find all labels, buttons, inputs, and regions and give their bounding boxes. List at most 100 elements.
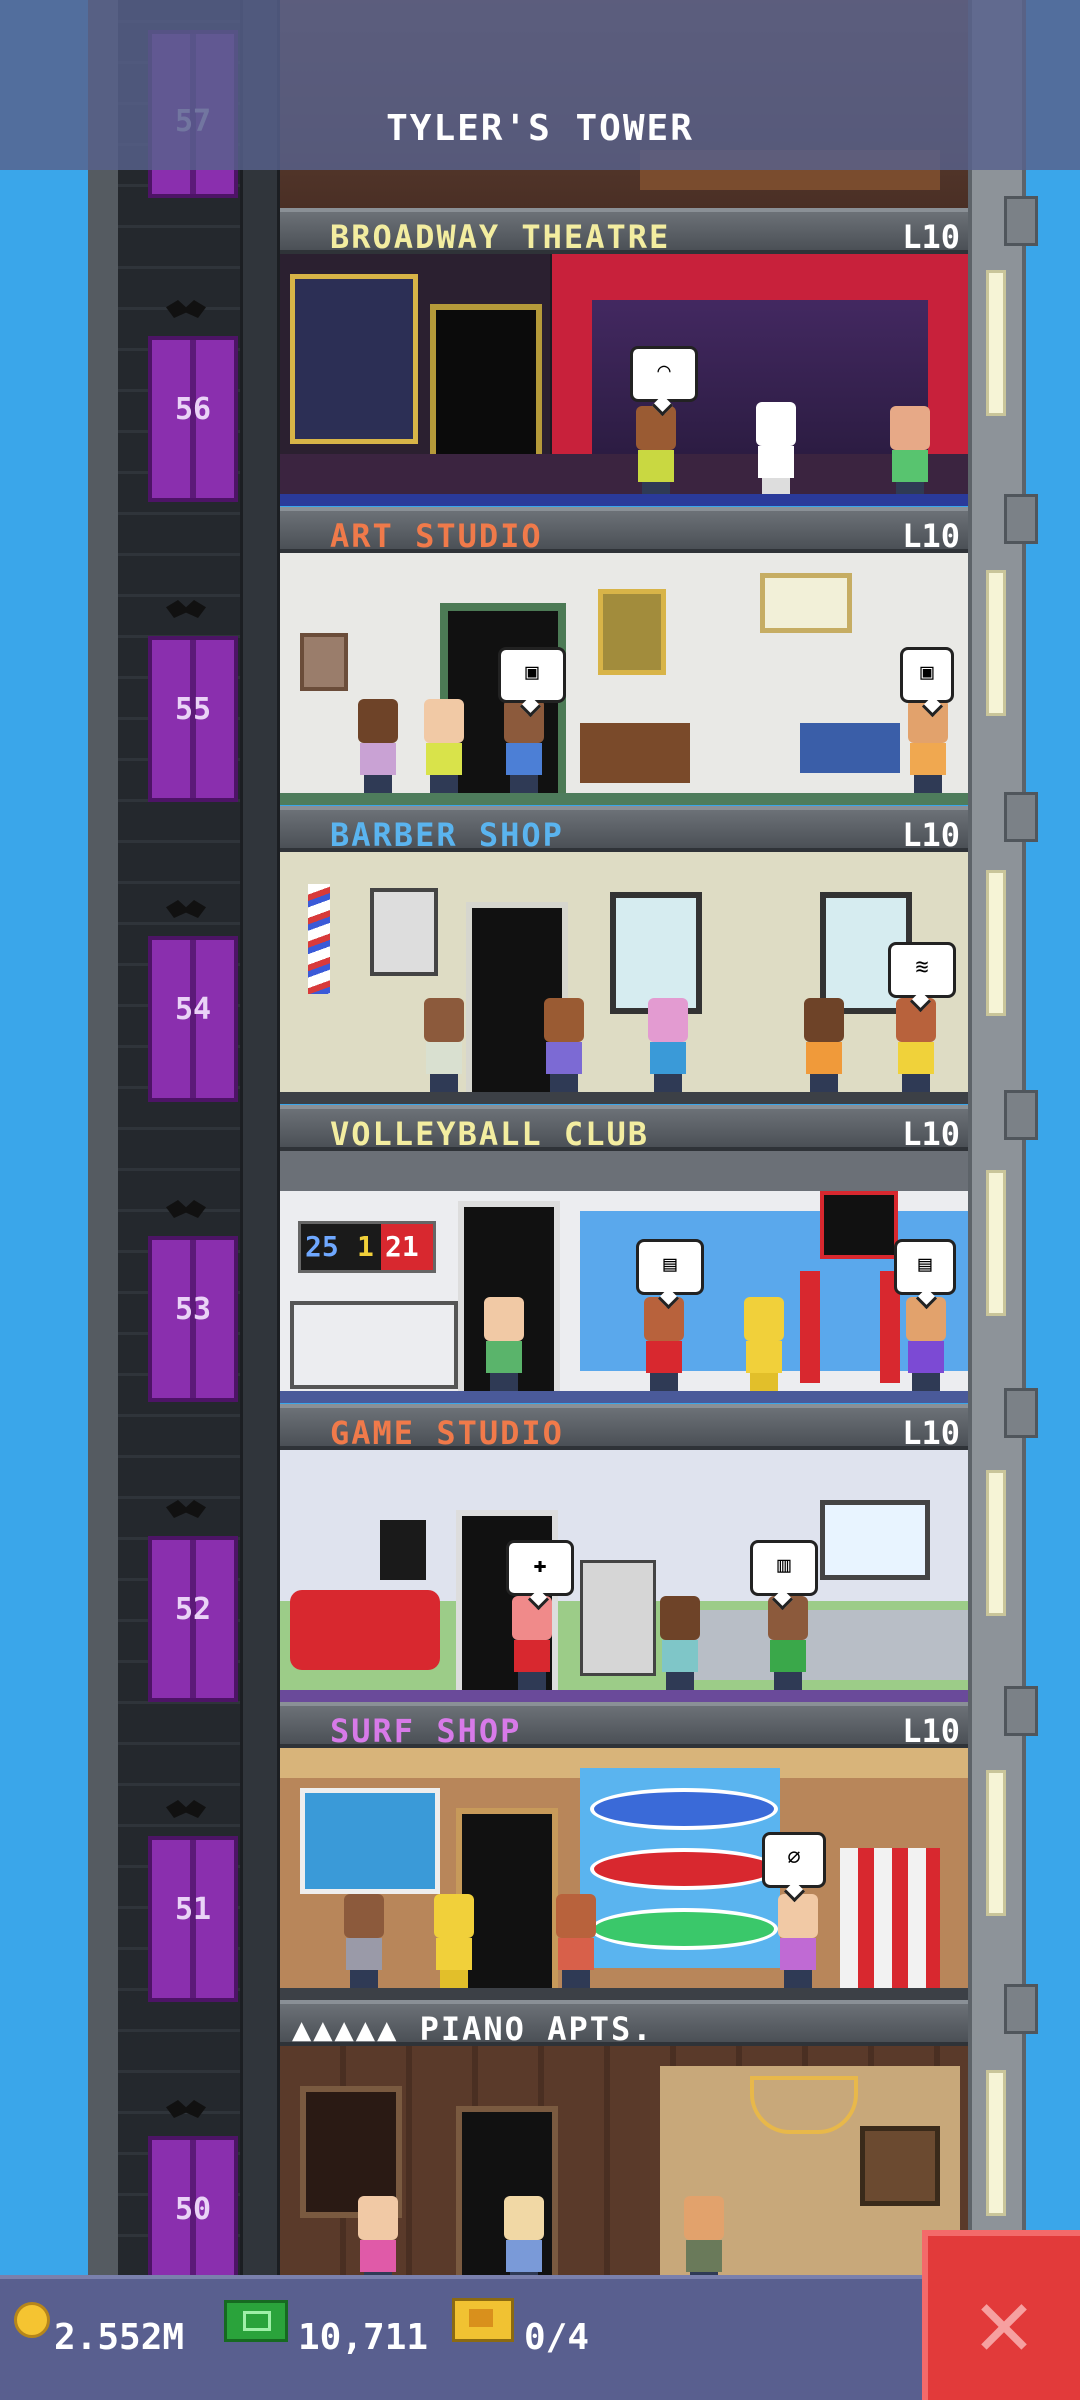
- floor-art-studio[interactable]: ART STUDIO L10 ▣ ▣: [280, 507, 968, 805]
- floor-name: BROADWAY THEATRE: [330, 218, 671, 256]
- pillar-light: [986, 1470, 1006, 1616]
- speech-bubble[interactable]: ▤: [636, 1239, 704, 1295]
- bitizen[interactable]: [656, 1596, 704, 1692]
- bitizen[interactable]: [540, 998, 588, 1094]
- speech-bubble[interactable]: ▣: [900, 647, 954, 703]
- gym-ceiling: [280, 1151, 968, 1191]
- close-icon: ✕: [975, 2266, 1033, 2378]
- speech-bubble[interactable]: ✚: [506, 1540, 574, 1596]
- surfboard-blue: [590, 1788, 778, 1830]
- pillar-bracket: [1004, 792, 1038, 842]
- floor-base: [280, 793, 968, 805]
- floor-room: ≋: [280, 852, 968, 1104]
- floor-piano-apts[interactable]: ▲▲▲▲▲ PIANO APTS.: [280, 2000, 968, 2275]
- elevator-car-53[interactable]: 53: [148, 1236, 238, 1402]
- vip-ticket-icon[interactable]: [452, 2298, 514, 2342]
- elevator-floor-number: 52: [174, 1592, 212, 1627]
- scoreboard-away: 21: [385, 1230, 419, 1263]
- speech-bubble[interactable]: ⌀: [762, 1832, 826, 1888]
- floor-nameplate: GAME STUDIO L10: [280, 1404, 968, 1452]
- elevator-floor-number: 54: [174, 992, 212, 1027]
- bitizen[interactable]: [892, 998, 940, 1094]
- game-poster: [380, 1520, 426, 1580]
- bitizen[interactable]: [764, 1596, 812, 1692]
- floor-barber-shop[interactable]: BARBER SHOP L10 ≋: [280, 806, 968, 1104]
- floor-name: ART STUDIO: [330, 517, 543, 555]
- theatre-seats: [280, 454, 968, 494]
- speech-bubble[interactable]: ≋: [888, 942, 956, 998]
- bitizen[interactable]: [632, 406, 680, 502]
- bitizen[interactable]: [340, 1894, 388, 1990]
- elevator-car-52[interactable]: 52: [148, 1536, 238, 1702]
- bitizen[interactable]: [740, 1297, 788, 1393]
- scoreboard-icon: ▤: [918, 1252, 932, 1277]
- bitizen[interactable]: [886, 406, 934, 502]
- floor-room: ▣ ▣: [280, 553, 968, 805]
- theatre-poster: [290, 274, 418, 444]
- floor-nameplate: SURF SHOP L10: [280, 1702, 968, 1750]
- studio-window: [820, 1500, 930, 1580]
- bitizen[interactable]: [354, 2196, 402, 2275]
- theatre-curtain: [552, 254, 968, 300]
- bottom-status-bar: 2.552M 10,711 0/4: [0, 2275, 1080, 2400]
- barber-pole: [308, 884, 330, 994]
- painting-icon: ▣: [525, 660, 539, 685]
- bitizen[interactable]: [508, 1596, 556, 1692]
- bitizen[interactable]: [420, 699, 468, 795]
- bitizen[interactable]: [680, 2196, 728, 2275]
- elevator-car-56[interactable]: 56: [148, 336, 238, 502]
- floor-name: SURF SHOP: [330, 1712, 522, 1750]
- pillar-bracket: [1004, 494, 1038, 544]
- elevator-car-50[interactable]: 50: [148, 2136, 238, 2283]
- floor-nameplate: ART STUDIO L10: [280, 507, 968, 555]
- bitizen[interactable]: [902, 1297, 950, 1393]
- floor-base: [280, 1690, 968, 1702]
- bitizen[interactable]: [420, 998, 468, 1094]
- floor-level: L10: [902, 1414, 960, 1452]
- scoreboard-home: 25: [305, 1230, 339, 1263]
- bitizen[interactable]: [500, 699, 548, 795]
- pillar-light: [986, 1170, 1006, 1316]
- art-painting: [598, 589, 666, 675]
- floor-nameplate: BARBER SHOP L10: [280, 806, 968, 854]
- speech-bubble[interactable]: ▥: [750, 1540, 818, 1596]
- coin-icon: [14, 2302, 50, 2338]
- floor-room: 25 1 21 ▤ ▤: [280, 1151, 968, 1403]
- floor-base: [280, 1391, 968, 1403]
- speech-bubble[interactable]: ▣: [498, 647, 566, 703]
- floor-volleyball-club[interactable]: VOLLEYBALL CLUB L10 25 1 21 ▤ ▤: [280, 1105, 968, 1403]
- tower-bux-icon[interactable]: [224, 2300, 288, 2342]
- bitizen[interactable]: [552, 1894, 600, 1990]
- bitizen[interactable]: [800, 998, 848, 1094]
- surfboard-icon: ⌀: [787, 1845, 801, 1870]
- bitizen[interactable]: [640, 1297, 688, 1393]
- floor-surf-shop[interactable]: SURF SHOP L10 ⌀: [280, 1702, 968, 2000]
- floor-name: GAME STUDIO: [330, 1414, 564, 1452]
- floor-game-studio[interactable]: GAME STUDIO L10 ✚ ▥: [280, 1404, 968, 1702]
- close-button[interactable]: ✕: [922, 2230, 1080, 2400]
- elevator-car-54[interactable]: 54: [148, 936, 238, 1102]
- floor-broadway-theatre[interactable]: BROADWAY THEATRE L10 ◠: [280, 208, 968, 506]
- bitizen[interactable]: [752, 402, 800, 498]
- pillar-bracket: [1004, 1090, 1038, 1140]
- elevator-car-51[interactable]: 51: [148, 1836, 238, 2002]
- pillar-light: [986, 2070, 1006, 2216]
- bitizen[interactable]: [354, 699, 402, 795]
- bitizen[interactable]: [430, 1894, 478, 1990]
- bitizen[interactable]: [480, 1297, 528, 1393]
- tower-title: TYLER'S TOWER: [386, 108, 694, 149]
- elevator-car-55[interactable]: 55: [148, 636, 238, 802]
- floor-level: L10: [902, 218, 960, 256]
- speech-bubble[interactable]: ▤: [894, 1239, 956, 1295]
- bitizen[interactable]: [500, 2196, 548, 2275]
- bitizen[interactable]: [774, 1894, 822, 1990]
- pillar-bracket: [1004, 196, 1038, 246]
- surfboard-red: [590, 1848, 778, 1890]
- bitizen[interactable]: [644, 998, 692, 1094]
- speech-bubble[interactable]: ◠: [630, 346, 698, 402]
- tower-outer-wall: [88, 0, 122, 2275]
- chart-icon: ▥: [777, 1553, 791, 1578]
- pillar-light: [986, 270, 1006, 416]
- floor-nameplate: VOLLEYBALL CLUB L10: [280, 1105, 968, 1153]
- floor-room: ◠: [280, 254, 968, 506]
